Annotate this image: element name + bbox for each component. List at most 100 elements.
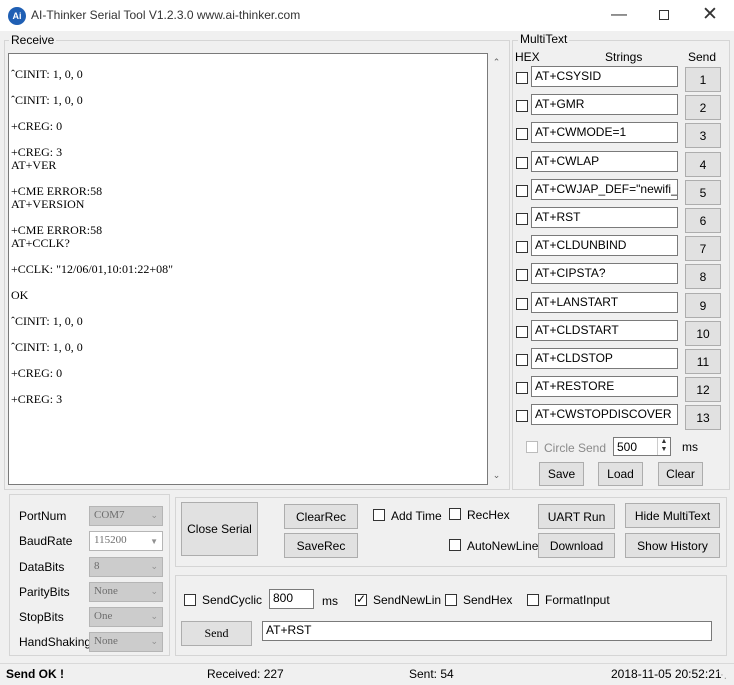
multitext-send-button-3[interactable]: 3 — [685, 123, 721, 148]
circle-send-checkbox[interactable] — [526, 441, 538, 453]
clear-button[interactable]: Clear — [658, 462, 703, 486]
spinner-arrows-icon[interactable]: ▲ ▼ — [657, 438, 670, 455]
format-input-checkbox[interactable] — [527, 594, 539, 606]
circle-interval-spinner[interactable]: 500 ▲ ▼ — [613, 437, 671, 456]
hex-checkbox-11[interactable] — [516, 354, 528, 366]
send-input[interactable]: AT+RST — [262, 621, 712, 641]
multitext-input-3[interactable]: AT+CWMODE=1 — [531, 122, 678, 143]
multitext-input-1[interactable]: AT+CSYSID — [531, 66, 678, 87]
multitext-input-7[interactable]: AT+CLDUNBIND — [531, 235, 678, 256]
multitext-send-button-5[interactable]: 5 — [685, 180, 721, 205]
multitext-send-button-7[interactable]: 7 — [685, 236, 721, 261]
portnum-select[interactable]: COM7 ⌄ — [89, 506, 163, 526]
receive-scrollbar[interactable]: ⌃ ⌄ — [489, 53, 504, 485]
baudrate-label: BaudRate — [19, 534, 73, 548]
multitext-send-button-9[interactable]: 9 — [685, 293, 721, 318]
handshaking-select[interactable]: None ⌄ — [89, 632, 163, 652]
receive-textarea[interactable]: ˆCINIT: 1, 0, 0 ˆCINIT: 1, 0, 0 +CREG: 0… — [8, 53, 488, 485]
send-hex-checkbox[interactable] — [445, 594, 457, 606]
hex-checkbox-12[interactable] — [516, 382, 528, 394]
chevron-down-icon: ⌄ — [150, 586, 158, 596]
hex-checkbox-9[interactable] — [516, 298, 528, 310]
show-history-button[interactable]: Show History — [625, 533, 720, 558]
multitext-input-12[interactable]: AT+RESTORE — [531, 376, 678, 397]
add-time-checkbox[interactable] — [373, 509, 385, 521]
download-button[interactable]: Download — [538, 533, 615, 558]
status-state: Send OK ! — [6, 667, 65, 681]
minimize-icon[interactable]: — — [596, 0, 642, 31]
cyclic-interval-input[interactable]: 800 — [269, 589, 314, 609]
multitext-input-2[interactable]: AT+GMR — [531, 94, 678, 115]
save-rec-button[interactable]: SaveRec — [284, 533, 358, 558]
multitext-send-button-12[interactable]: 12 — [685, 377, 721, 402]
multitext-input-13[interactable]: AT+CWSTOPDISCOVER — [531, 404, 678, 425]
send-hex-label: SendHex — [463, 593, 513, 607]
hex-checkbox-2[interactable] — [516, 100, 528, 112]
resize-grip-icon[interactable]: ⋱ — [717, 670, 727, 681]
portnum-label: PortNum — [19, 509, 67, 523]
strings-column-header: Strings — [605, 50, 643, 64]
format-input-label: FormatInput — [545, 593, 610, 607]
hex-checkbox-8[interactable] — [516, 269, 528, 281]
circle-interval-value: 500 — [617, 440, 638, 454]
send-newline-label: SendNewLin — [373, 593, 442, 607]
hex-checkbox-3[interactable] — [516, 128, 528, 140]
stopbits-value: One — [94, 610, 113, 622]
hex-checkbox-13[interactable] — [516, 410, 528, 422]
maximize-icon[interactable] — [641, 0, 687, 31]
hex-checkbox-6[interactable] — [516, 213, 528, 225]
send-newline-checkbox[interactable] — [355, 592, 367, 606]
multitext-send-button-11[interactable]: 11 — [685, 349, 721, 374]
multitext-send-button-4[interactable]: 4 — [685, 152, 721, 177]
send-button[interactable]: Send — [181, 621, 252, 646]
auto-newline-checkbox[interactable] — [449, 539, 461, 551]
multitext-send-button-2[interactable]: 2 — [685, 95, 721, 120]
stopbits-label: StopBits — [19, 610, 64, 624]
hex-checkbox-1[interactable] — [516, 72, 528, 84]
hex-checkbox-5[interactable] — [516, 185, 528, 197]
chevron-down-icon: ⌄ — [150, 611, 158, 621]
rec-hex-checkbox[interactable] — [449, 508, 461, 520]
multitext-input-9[interactable]: AT+LANSTART — [531, 292, 678, 313]
load-button[interactable]: Load — [598, 462, 643, 486]
save-button[interactable]: Save — [539, 462, 584, 486]
close-serial-button[interactable]: Close Serial — [181, 502, 258, 556]
chevron-down-icon: ⌄ — [150, 636, 158, 646]
close-icon[interactable]: ✕ — [687, 0, 733, 31]
stopbits-select[interactable]: One ⌄ — [89, 607, 163, 627]
clear-rec-button[interactable]: ClearRec — [284, 504, 358, 529]
paritybits-select[interactable]: None ⌄ — [89, 582, 163, 602]
multitext-input-5[interactable]: AT+CWJAP_DEF="newifi_ — [531, 179, 678, 200]
hex-checkbox-7[interactable] — [516, 241, 528, 253]
scroll-up-icon[interactable]: ⌃ — [489, 55, 504, 70]
uart-run-button[interactable]: UART Run — [538, 504, 615, 529]
multitext-send-button-13[interactable]: 13 — [685, 405, 721, 430]
multitext-input-8[interactable]: AT+CIPSTA? — [531, 263, 678, 284]
multitext-send-button-10[interactable]: 10 — [685, 321, 721, 346]
chevron-down-icon: ▼ — [150, 537, 158, 546]
cyclic-interval-unit: ms — [322, 594, 338, 608]
multitext-send-button-8[interactable]: 8 — [685, 264, 721, 289]
multitext-send-button-6[interactable]: 6 — [685, 208, 721, 233]
app-logo-icon: Ai — [8, 7, 26, 25]
hex-checkbox-4[interactable] — [516, 157, 528, 169]
chevron-down-icon: ⌄ — [150, 510, 158, 520]
multitext-input-10[interactable]: AT+CLDSTART — [531, 320, 678, 341]
hide-multitext-button[interactable]: Hide MultiText — [625, 503, 720, 528]
hex-checkbox-10[interactable] — [516, 326, 528, 338]
baudrate-value: 115200 — [94, 534, 127, 546]
databits-select[interactable]: 8 ⌄ — [89, 557, 163, 577]
scroll-down-icon[interactable]: ⌄ — [489, 468, 504, 483]
multitext-send-button-1[interactable]: 1 — [685, 67, 721, 92]
receive-label: Receive — [9, 33, 57, 47]
paritybits-value: None — [94, 585, 118, 597]
multitext-input-11[interactable]: AT+CLDSTOP — [531, 348, 678, 369]
baudrate-select[interactable]: 115200 ▼ — [89, 531, 163, 551]
sent-count: Sent: 54 — [409, 667, 454, 681]
multitext-input-4[interactable]: AT+CWLAP — [531, 151, 678, 172]
multitext-input-6[interactable]: AT+RST — [531, 207, 678, 228]
handshaking-value: None — [94, 635, 118, 647]
add-time-label: Add Time — [391, 509, 442, 523]
send-cyclic-checkbox[interactable] — [184, 594, 196, 606]
circle-interval-unit: ms — [682, 440, 698, 454]
